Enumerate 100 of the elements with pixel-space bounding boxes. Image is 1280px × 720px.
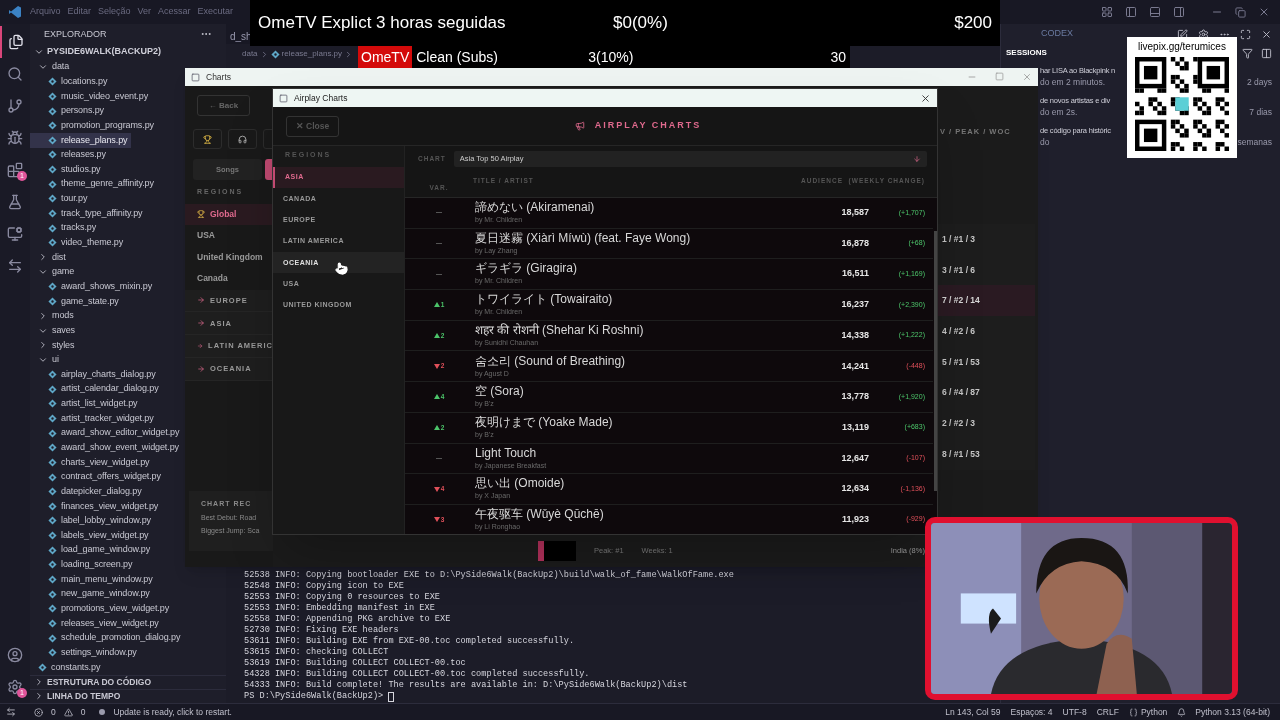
file-item[interactable]: promotions_view_widget.py: [30, 601, 174, 617]
folder-item[interactable]: dist: [30, 250, 70, 265]
file-item[interactable]: new_game_window.py: [30, 586, 154, 602]
audience-value: 16,237: [840, 298, 869, 312]
file-item[interactable]: schedule_promotion_dialog.py: [30, 630, 185, 646]
window-title: Charts: [206, 70, 232, 84]
panel-title: CODEX: [1041, 27, 1073, 41]
warning-count[interactable]: 0: [80, 705, 86, 719]
file-item[interactable]: persons.py: [30, 103, 109, 119]
file-item[interactable]: contract_offers_widget.py: [30, 469, 165, 485]
song-title: トワイライト (Towairaito): [475, 292, 613, 307]
file-item[interactable]: studios.py: [30, 162, 105, 177]
status-item[interactable]: Espaços: 4: [1010, 705, 1053, 719]
terminal-line: 53615 INFO: checking COLLECT: [244, 647, 389, 658]
session-subtitle: do em 2 minutos.: [1040, 76, 1106, 89]
file-item[interactable]: releases_view_widget.py: [30, 616, 163, 631]
file-item[interactable]: music_video_event.py: [30, 89, 153, 104]
panel-title: EXPLORADOR: [44, 27, 107, 41]
audience-value: 11,923: [840, 512, 869, 526]
file-item[interactable]: charts_view_widget.py: [30, 455, 154, 470]
project-header[interactable]: PYSIDE6WALK(BACKUP2): [30, 44, 226, 59]
file-item[interactable]: video_theme.py: [30, 235, 128, 251]
file-item[interactable]: tour.py: [30, 191, 92, 207]
terminal-line: 54328 INFO: Building COLLECT COLLECT-00.toc completed successfully.: [244, 669, 590, 680]
file-item[interactable]: load_game_window.py: [30, 542, 155, 558]
donation-total: $0(0%): [613, 12, 668, 35]
folder-item[interactable]: mods: [30, 308, 78, 324]
terminal-line: PS D:\PySide6Walk(BackUp2)>: [244, 691, 385, 702]
song-title: 夏日迷霧 (Xiàrì Míwù) (feat. Faye Wong): [475, 230, 691, 245]
region-item[interactable]: United Kingdom: [185, 246, 273, 268]
status-item[interactable]: CRLF: [1096, 705, 1119, 719]
folder-item[interactable]: ui: [30, 352, 63, 368]
window-title: Airplay Charts: [294, 91, 348, 105]
file-item[interactable]: loading_screen.py: [30, 557, 137, 573]
file-item[interactable]: constants.py: [30, 660, 105, 675]
file-item[interactable]: releases.py: [30, 147, 110, 163]
file-item[interactable]: airplay_charts_dialog.py: [30, 367, 160, 382]
audience-value: 13,778: [840, 390, 869, 404]
song-title: ギラギラ (Giragira): [475, 261, 577, 276]
section-header[interactable]: LINHA DO TEMPO: [30, 688, 226, 703]
region-item[interactable]: Canada: [185, 268, 273, 290]
region-item[interactable]: Global: [185, 203, 273, 225]
folder-item[interactable]: styles: [30, 337, 79, 353]
stats-cell: 7 / #2 / 14: [938, 285, 1035, 317]
goal-target: $200: [954, 12, 992, 35]
section-title: SESSIONS: [1006, 47, 1047, 59]
file-item[interactable]: promotion_programs.py: [30, 118, 158, 133]
terminal-line: 52553 INFO: Copying 0 resources to EXE: [244, 592, 440, 603]
session-time: semanas: [1237, 136, 1272, 149]
song-title: 숨소리 (Sound of Breathing): [475, 353, 626, 368]
song-title: 空 (Sora): [475, 384, 524, 399]
audience-value: 14,338: [840, 328, 869, 342]
file-item[interactable]: labels_view_widget.py: [30, 528, 153, 543]
file-item[interactable]: artist_list_widget.py: [30, 396, 142, 412]
session-time: 2 days: [1246, 76, 1272, 89]
folder-item[interactable]: game: [30, 264, 79, 280]
file-item[interactable]: award_show_editor_widget.py: [30, 425, 184, 441]
status-item[interactable]: Ln 143, Col 59: [945, 705, 1001, 719]
session-time: 7 dias: [1249, 106, 1272, 119]
sub-goal-title: Clean (Subs): [416, 47, 499, 67]
breadcrumb-item[interactable]: data: [242, 48, 258, 60]
file-item[interactable]: datepicker_dialog.py: [30, 484, 146, 499]
song-title: 夜明けまで (Yoake Made): [475, 414, 613, 429]
terminal-line: 52538 INFO: Copying bootloader EXE to D:\PySide6Walk(BackUp2)\build\walk_of_fame\WalkOfFame.exe: [244, 570, 734, 581]
terminal-line: 52548 INFO: Copying icon to EXE: [244, 581, 404, 592]
file-item[interactable]: release_plans.py: [30, 132, 132, 148]
section-header[interactable]: ESTRUTURA DO CÓDIGO: [30, 674, 226, 689]
file-item[interactable]: award_shows_mixin.py: [30, 279, 157, 294]
error-count[interactable]: 0: [51, 705, 56, 719]
folder-item[interactable]: saves: [30, 323, 79, 338]
file-item[interactable]: tracks.py: [30, 220, 101, 236]
file-item[interactable]: finances_view_widget.py: [30, 499, 163, 514]
file-item[interactable]: main_menu_window.py: [30, 572, 157, 587]
folder-item[interactable]: data: [30, 59, 74, 75]
terminal-line: 52558 INFO: Appending PKG archive to EXE: [244, 614, 451, 625]
audience-value: 14,241: [840, 359, 869, 373]
file-item[interactable]: game_state.py: [30, 294, 123, 309]
audience-value: 16,878: [840, 236, 869, 250]
file-item[interactable]: label_lobby_window.py: [30, 513, 155, 529]
status-item[interactable]: Python: [1140, 705, 1168, 719]
file-item[interactable]: award_show_event_widget.py: [30, 440, 183, 456]
file-item[interactable]: artist_calendar_dialog.py: [30, 381, 163, 397]
status-item[interactable]: Python 3.13 (64-bit): [1195, 705, 1270, 719]
file-item[interactable]: track_type_affinity.py: [30, 206, 147, 221]
audience-value: 16,511: [840, 267, 869, 281]
goal-title: OmeTV Explict 3 horas seguidas: [258, 12, 507, 35]
terminal-line: 52553 INFO: Embedding manifest in EXE: [244, 603, 435, 614]
song-title: शहर की रोशनी (Shehar Ki Roshni): [475, 322, 644, 337]
file-item[interactable]: locations.py: [30, 74, 112, 90]
region-item[interactable]: USA: [185, 225, 273, 247]
file-item[interactable]: theme_genre_affinity.py: [30, 176, 158, 192]
session-subtitle: do: [1040, 136, 1050, 149]
file-item[interactable]: settings_window.py: [30, 645, 141, 661]
breadcrumb-item[interactable]: release_plans.py: [281, 48, 343, 60]
goal-badge: OmeTV: [358, 46, 413, 68]
status-item[interactable]: UTF-8: [1062, 705, 1087, 719]
song-title: 思い出 (Omoide): [475, 476, 565, 491]
file-item[interactable]: artist_tracker_widget.py: [30, 411, 158, 426]
update-message[interactable]: Update is ready, click to restart.: [113, 705, 232, 719]
terminal-line: 54333 INFO: Build complete! The results are available in: D:\PySide6Walk(BackUp2)\dist: [244, 680, 688, 691]
